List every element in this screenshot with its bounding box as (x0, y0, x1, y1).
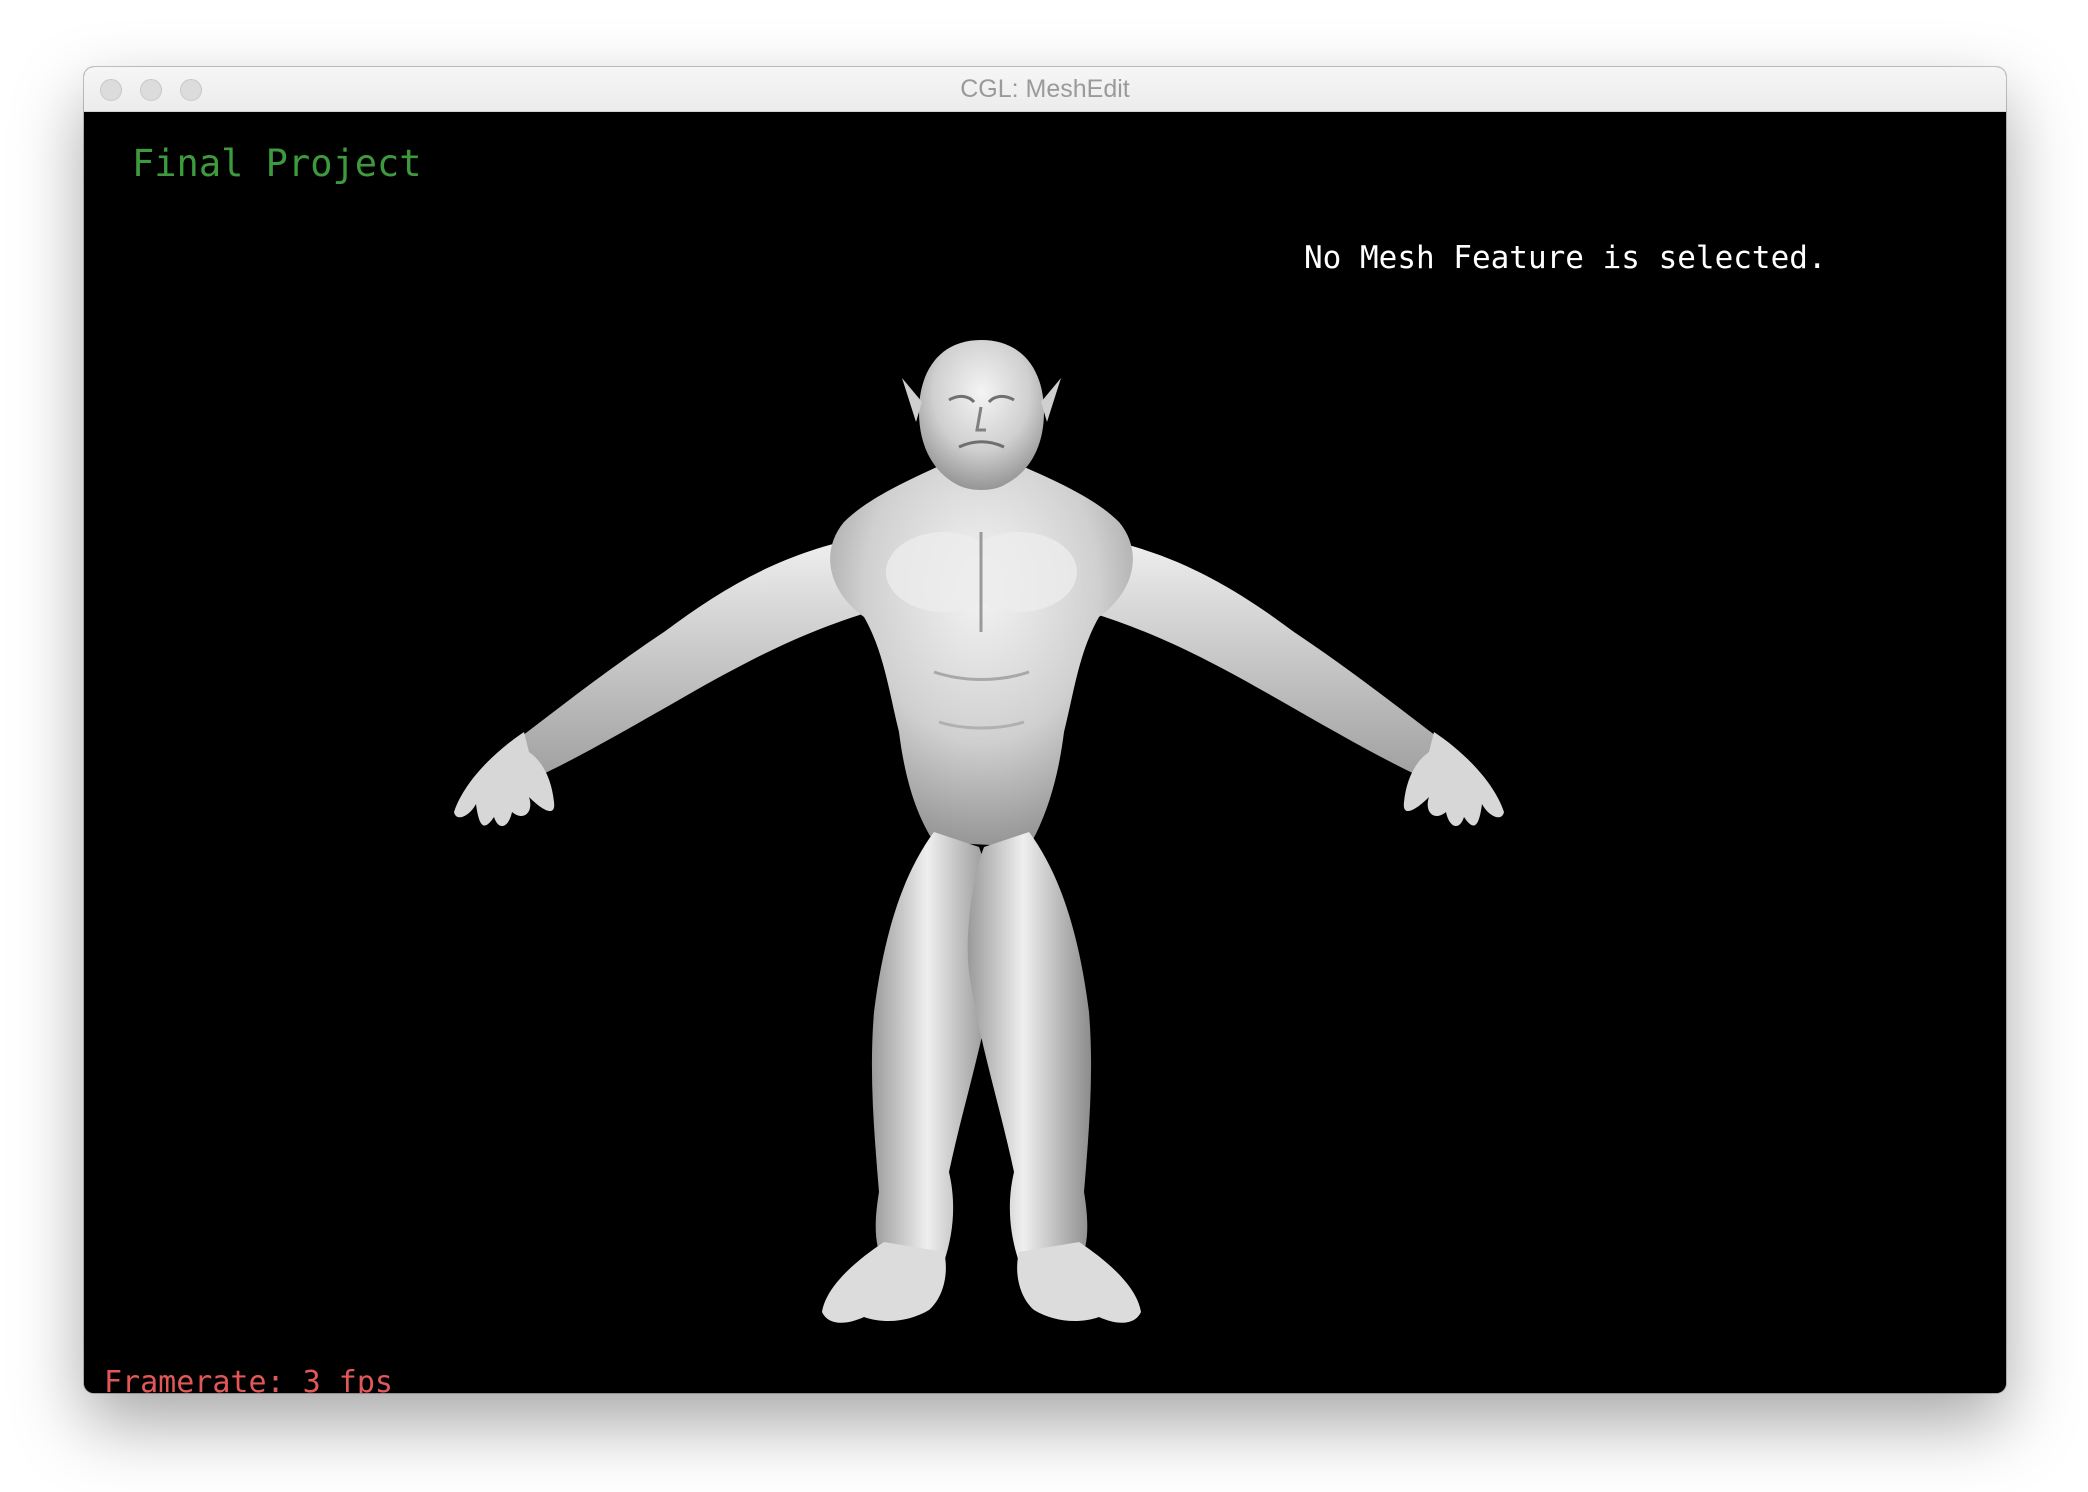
framerate-readout: Framerate: 3 fps (104, 1365, 393, 1393)
left-foot (822, 1242, 946, 1323)
head (919, 340, 1044, 490)
window-title: CGL: MeshEdit (960, 75, 1130, 103)
left-arm (502, 537, 869, 792)
right-foot (1017, 1242, 1141, 1323)
orc-figure (454, 340, 1504, 1323)
right-leg (967, 832, 1092, 1262)
mesh-model[interactable] (84, 112, 2006, 1393)
right-arm (1089, 537, 1456, 792)
title-bar[interactable]: CGL: MeshEdit (84, 67, 2006, 112)
mesh-viewport[interactable]: Final Project No Mesh Feature is selecte… (84, 112, 2006, 1393)
left-ear (902, 378, 922, 422)
torso (830, 447, 1133, 847)
right-ear (1041, 378, 1061, 422)
app-window: CGL: MeshEdit Final Project No Mesh Feat… (84, 67, 2006, 1393)
